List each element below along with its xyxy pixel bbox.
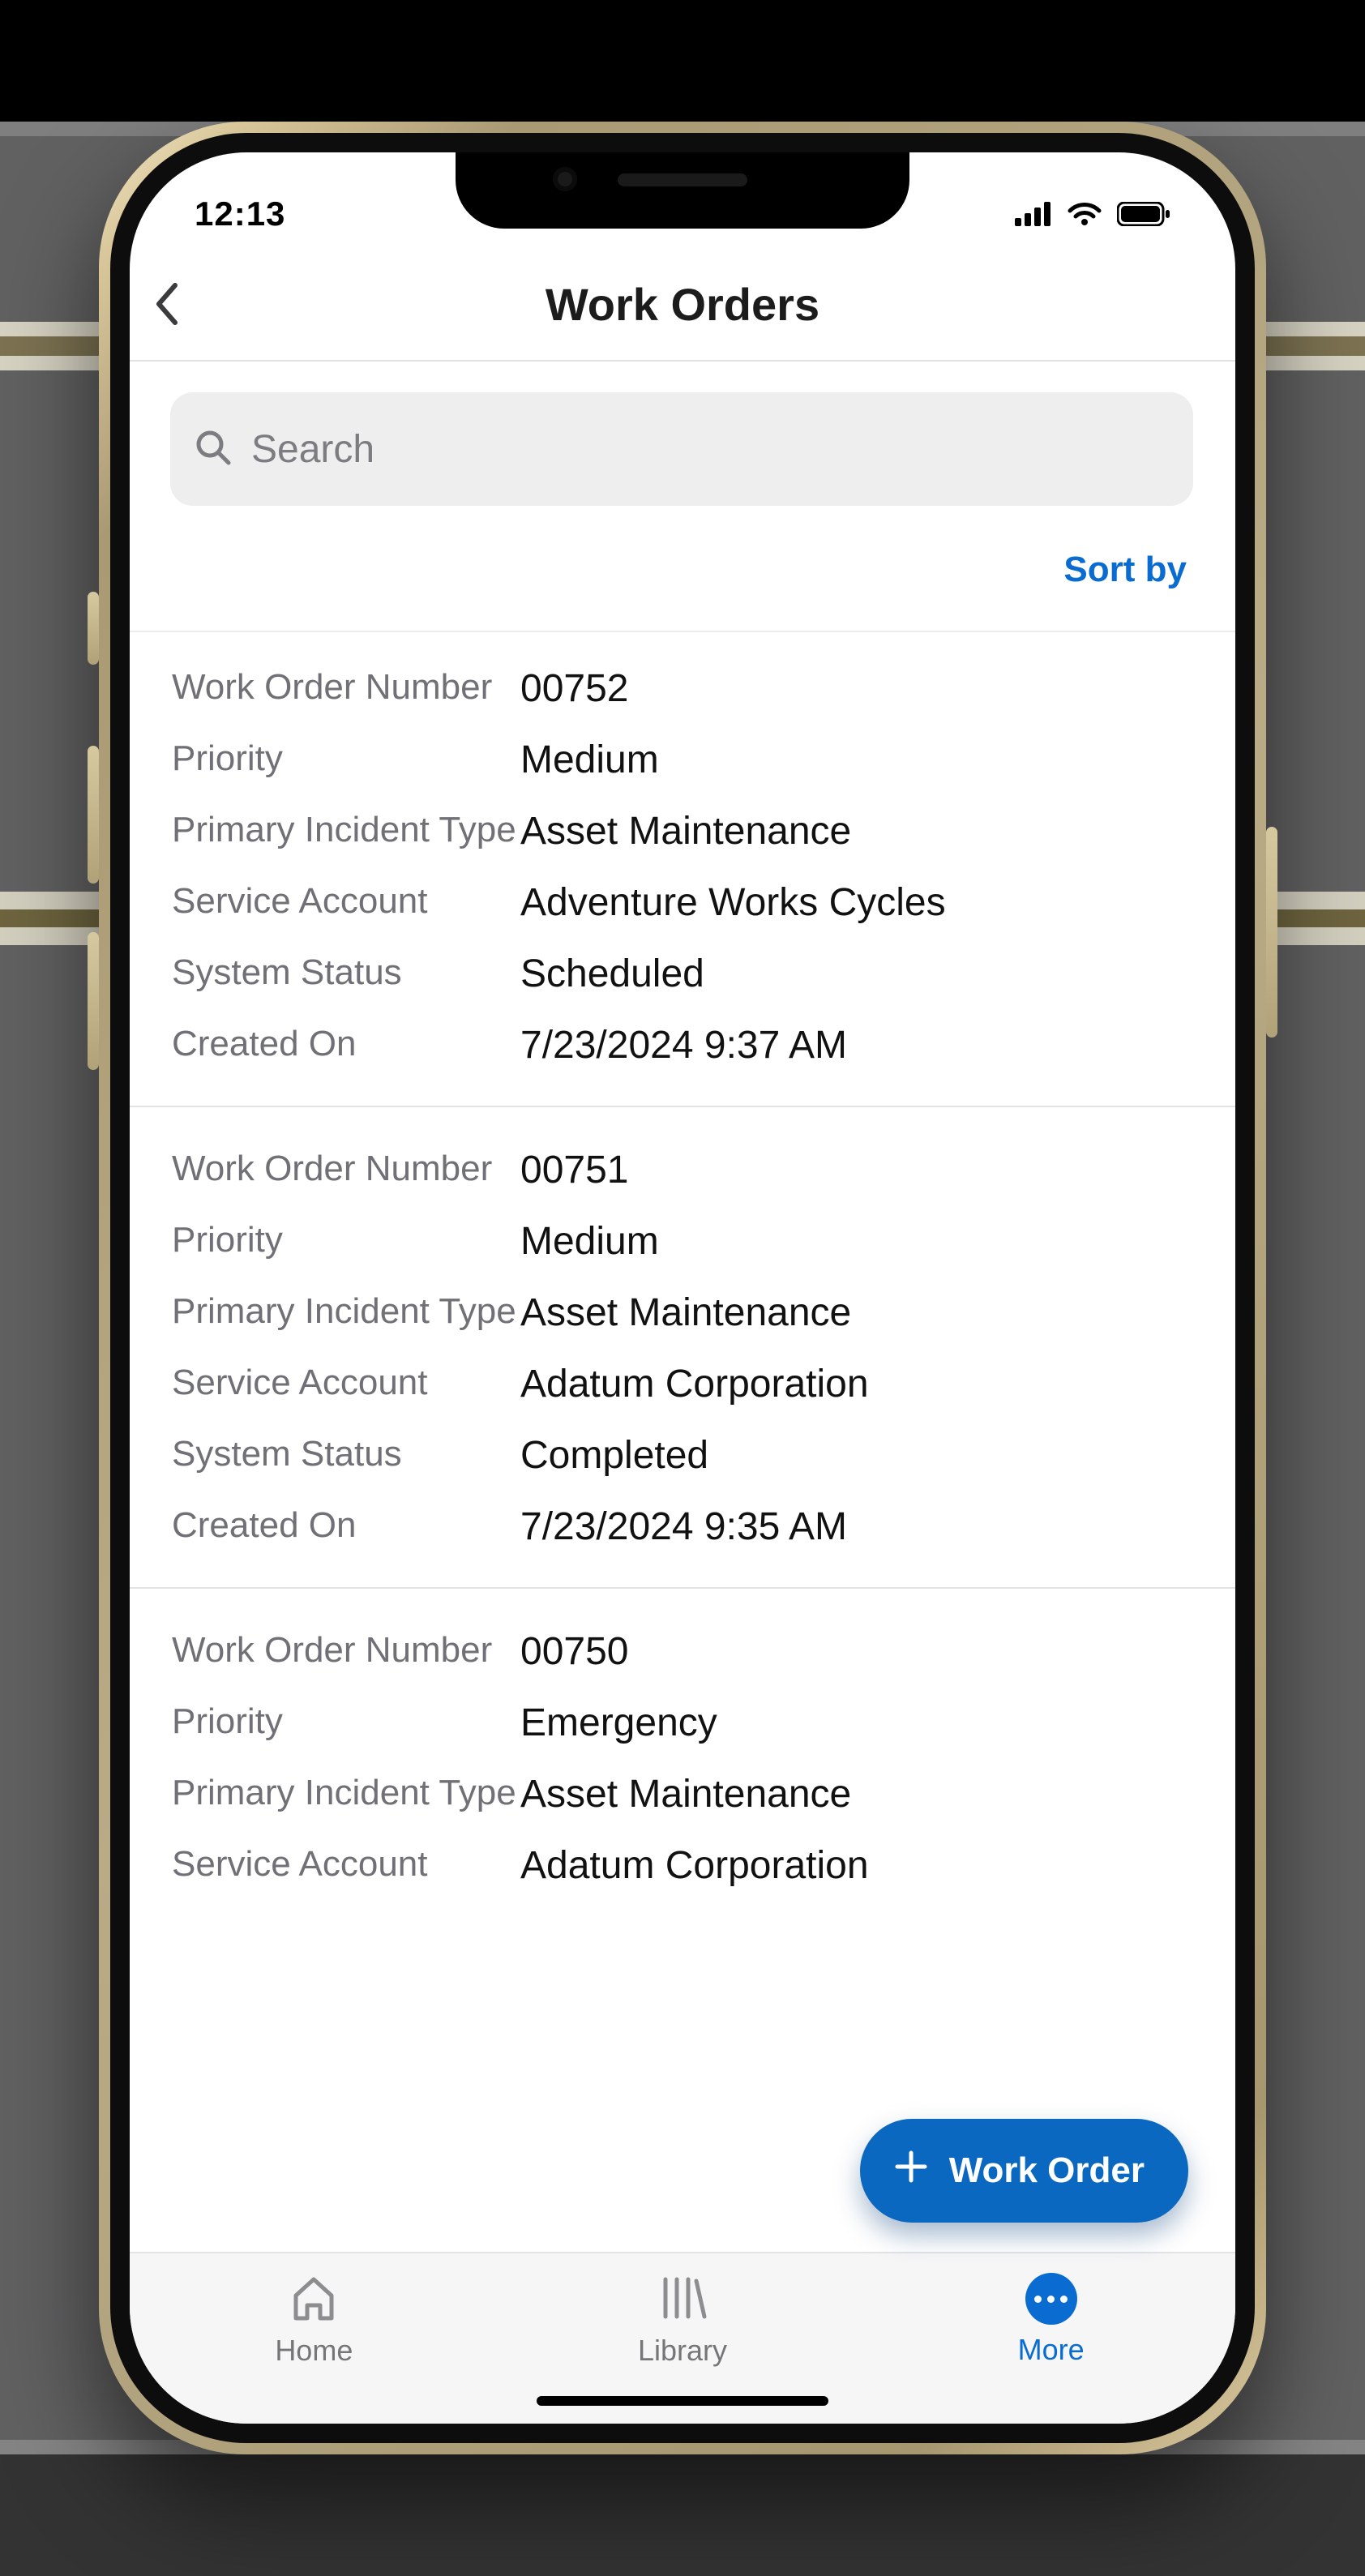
status-time: 12:13 [195, 195, 285, 233]
field-value-priority: Medium [520, 736, 1193, 785]
work-order-card[interactable]: Work Order Number00751 PriorityMedium Pr… [130, 1107, 1235, 1589]
field-value-created: 7/23/2024 9:37 AM [520, 1021, 1193, 1070]
field-value-priority: Medium [520, 1217, 1193, 1266]
field-label: Priority [172, 1699, 520, 1744]
back-button[interactable] [130, 248, 203, 360]
field-label: Work Order Number [172, 665, 520, 710]
search-field[interactable] [170, 392, 1193, 506]
search-icon [195, 429, 232, 470]
home-icon [288, 2273, 340, 2326]
field-value-account: Adatum Corporation [520, 1842, 1193, 1890]
phone-frame: 12:13 Work Orders [99, 122, 1266, 2454]
app-header: Work Orders [130, 248, 1235, 362]
wifi-icon [1067, 201, 1102, 227]
cellular-icon [1015, 202, 1052, 226]
field-value-account: Adventure Works Cycles [520, 879, 1193, 927]
battery-icon [1117, 202, 1170, 226]
tab-label: Home [275, 2334, 353, 2368]
home-indicator[interactable] [537, 2396, 828, 2406]
fab-label: Work Order [949, 2150, 1145, 2191]
field-label: Service Account [172, 1842, 520, 1887]
field-value-priority: Emergency [520, 1699, 1193, 1748]
field-value-number: 00750 [520, 1628, 1193, 1676]
field-value-account: Adatum Corporation [520, 1360, 1193, 1409]
field-value-status: Completed [520, 1431, 1193, 1480]
field-value-incident: Asset Maintenance [520, 1770, 1193, 1819]
field-label: Priority [172, 1217, 520, 1263]
tab-more[interactable]: More [866, 2253, 1235, 2424]
work-order-list[interactable]: Work Order Number00752 PriorityMedium Pr… [130, 631, 1235, 2252]
ellipsis-icon [1025, 2273, 1077, 2325]
field-label: Created On [172, 1021, 520, 1067]
field-label: System Status [172, 950, 520, 995]
screen: 12:13 Work Orders [130, 152, 1235, 2424]
field-label: Priority [172, 736, 520, 781]
tab-label: Library [638, 2334, 727, 2368]
field-label: Primary Incident Type [172, 807, 520, 853]
field-value-incident: Asset Maintenance [520, 807, 1193, 856]
tab-home[interactable]: Home [130, 2253, 499, 2424]
field-value-number: 00751 [520, 1146, 1193, 1195]
volume-down-button [88, 932, 99, 1070]
field-label: Primary Incident Type [172, 1770, 520, 1816]
field-value-status: Scheduled [520, 950, 1193, 999]
work-order-card[interactable]: Work Order Number00750 PriorityEmergency… [130, 1589, 1235, 1926]
field-value-created: 7/23/2024 9:35 AM [520, 1503, 1193, 1551]
field-label: Created On [172, 1503, 520, 1548]
tab-label: More [1018, 2333, 1085, 2367]
chevron-left-icon [152, 282, 180, 326]
field-label: Primary Incident Type [172, 1289, 520, 1334]
silent-switch [88, 592, 99, 665]
sort-by-button[interactable]: Sort by [1063, 550, 1187, 590]
field-value-number: 00752 [520, 665, 1193, 713]
field-label: Service Account [172, 879, 520, 924]
field-label: Work Order Number [172, 1146, 520, 1192]
power-button [1266, 827, 1277, 1038]
field-label: Work Order Number [172, 1628, 520, 1673]
page-title: Work Orders [130, 278, 1235, 331]
field-label: Service Account [172, 1360, 520, 1406]
search-input[interactable] [251, 427, 1169, 472]
field-label: System Status [172, 1431, 520, 1477]
new-work-order-button[interactable]: Work Order [860, 2119, 1188, 2223]
plus-icon [892, 2148, 930, 2194]
library-icon [656, 2273, 709, 2326]
volume-up-button [88, 746, 99, 884]
work-order-card[interactable]: Work Order Number00752 PriorityMedium Pr… [130, 632, 1235, 1107]
notch [456, 152, 909, 229]
field-value-incident: Asset Maintenance [520, 1289, 1193, 1337]
